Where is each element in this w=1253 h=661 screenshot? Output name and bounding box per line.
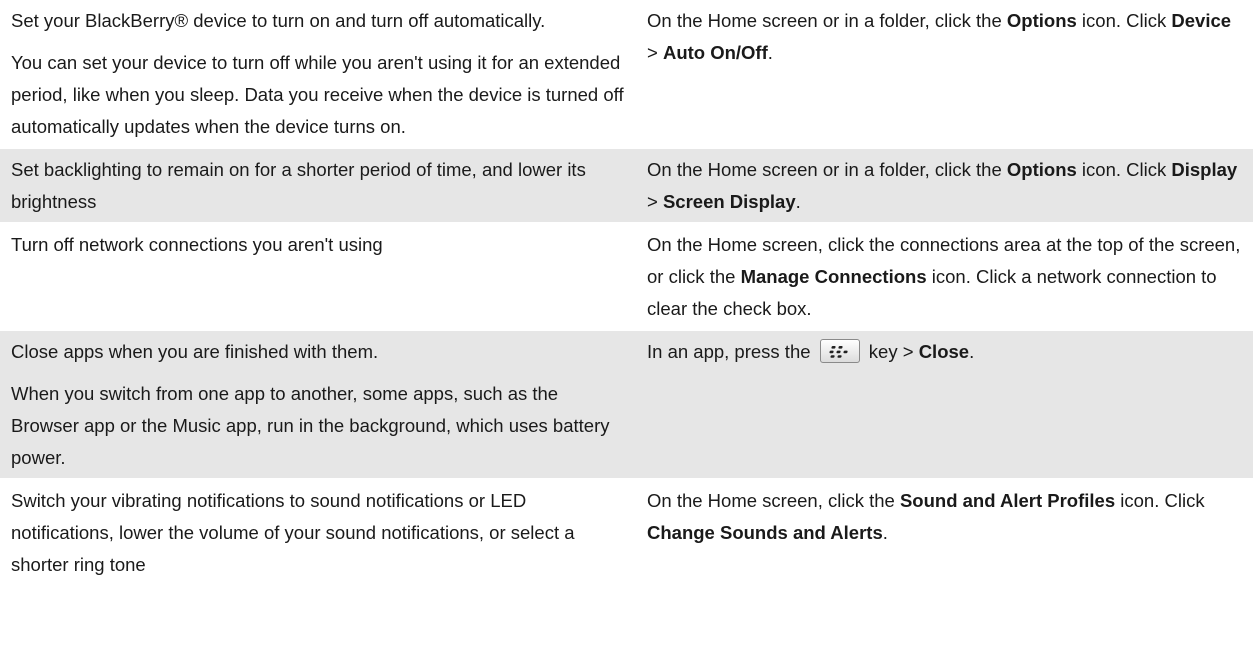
tip-text: Set backlighting to remain on for a shor… bbox=[11, 159, 586, 212]
ui-term: Auto On/Off bbox=[662, 42, 768, 63]
tip-cell: Set your BlackBerry® device to turn on a… bbox=[0, 0, 636, 147]
ui-term: Options bbox=[1006, 159, 1077, 180]
ui-term: Options bbox=[1006, 10, 1077, 31]
ui-term: Manage Connections bbox=[740, 266, 927, 287]
instructions-text: On the Home screen or in a folder, click… bbox=[647, 159, 1238, 212]
tip-note: You can set your device to turn off whil… bbox=[11, 52, 624, 137]
ui-term: Sound and Alert Profiles bbox=[899, 490, 1116, 511]
instructions-cell: On the Home screen or in a folder, click… bbox=[636, 0, 1253, 147]
tip-note: When you switch from one app to another,… bbox=[11, 383, 610, 468]
tip-cell: Turn off network connections you aren't … bbox=[0, 222, 636, 329]
instructions-cell: On the Home screen or in a folder, click… bbox=[636, 147, 1253, 222]
ui-term: Close bbox=[918, 341, 970, 362]
instructions-text: In an app, press the key > Close. bbox=[647, 339, 975, 363]
tip-cell: Close apps when you are finished with th… bbox=[0, 329, 636, 478]
instructions-cell: On the Home screen, click the connection… bbox=[636, 222, 1253, 329]
blackberry-menu-key-icon bbox=[819, 339, 860, 363]
instructions-text: On the Home screen, click the Sound and … bbox=[647, 490, 1205, 543]
instructions-text: On the Home screen, click the connection… bbox=[647, 234, 1241, 319]
instructions-text: On the Home screen or in a folder, click… bbox=[647, 10, 1232, 63]
instructions-cell: In an app, press the key > Close. bbox=[636, 329, 1253, 478]
tip-text: Set your BlackBerry® device to turn on a… bbox=[11, 10, 546, 31]
ui-term: Device bbox=[1171, 10, 1232, 31]
ui-term: Change Sounds and Alerts bbox=[647, 522, 883, 543]
ui-term: Screen Display bbox=[662, 191, 796, 212]
tip-cell: Set backlighting to remain on for a shor… bbox=[0, 147, 636, 222]
tip-text: Turn off network connections you aren't … bbox=[11, 234, 383, 255]
tip-cell: Switch your vibrating notifications to s… bbox=[0, 478, 636, 585]
instructions-cell: On the Home screen, click the Sound and … bbox=[636, 478, 1253, 585]
tip-text: Close apps when you are finished with th… bbox=[11, 341, 379, 362]
ui-term: Display bbox=[1171, 159, 1238, 180]
tip-text: Switch your vibrating notifications to s… bbox=[11, 490, 575, 575]
battery-tips-table: Set your BlackBerry® device to turn on a… bbox=[0, 0, 1253, 585]
